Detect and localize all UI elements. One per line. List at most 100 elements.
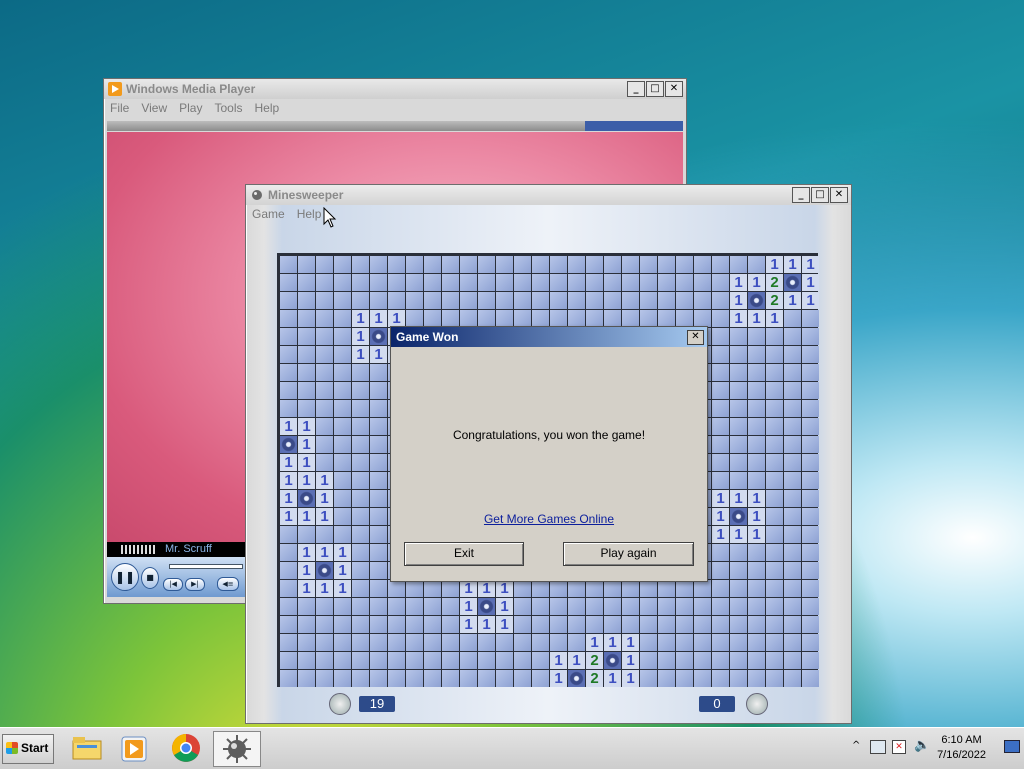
grid-cell[interactable] [370,670,387,687]
grid-cell[interactable] [730,544,747,561]
grid-cell[interactable] [694,652,711,669]
grid-cell[interactable] [370,526,387,543]
grid-cell[interactable] [784,418,801,435]
grid-cell[interactable] [370,544,387,561]
network-icon[interactable] [870,740,886,754]
menu-play[interactable]: Play [173,99,208,117]
grid-cell[interactable] [298,652,315,669]
grid-cell[interactable] [658,652,675,669]
number-cell[interactable]: 1 [748,508,765,525]
grid-cell[interactable] [766,346,783,363]
grid-cell[interactable] [298,670,315,687]
play-again-button[interactable]: Play again [563,542,694,566]
grid-cell[interactable] [424,310,441,327]
grid-cell[interactable] [676,634,693,651]
grid-cell[interactable] [730,382,747,399]
number-cell[interactable]: 1 [730,526,747,543]
number-cell[interactable]: 1 [460,598,477,615]
number-cell[interactable]: 2 [766,274,783,291]
grid-cell[interactable] [640,256,657,273]
grid-cell[interactable] [730,346,747,363]
grid-cell[interactable] [496,634,513,651]
grid-cell[interactable] [442,310,459,327]
grid-cell[interactable] [280,598,297,615]
grid-cell[interactable] [730,562,747,579]
grid-cell[interactable] [370,634,387,651]
grid-cell[interactable] [298,328,315,345]
grid-cell[interactable] [730,436,747,453]
grid-cell[interactable] [442,580,459,597]
grid-cell[interactable] [424,634,441,651]
grid-cell[interactable] [676,256,693,273]
grid-cell[interactable] [478,256,495,273]
grid-cell[interactable] [514,274,531,291]
grid-cell[interactable] [334,274,351,291]
grid-cell[interactable] [442,634,459,651]
grid-cell[interactable] [388,274,405,291]
number-cell[interactable]: 1 [298,454,315,471]
grid-cell[interactable] [802,346,819,363]
number-cell[interactable]: 1 [280,490,297,507]
grid-cell[interactable] [712,346,729,363]
grid-cell[interactable] [388,616,405,633]
grid-cell[interactable] [406,310,423,327]
grid-cell[interactable] [730,472,747,489]
number-cell[interactable]: 1 [298,472,315,489]
grid-cell[interactable] [352,598,369,615]
number-cell[interactable]: 1 [334,544,351,561]
grid-cell[interactable] [298,274,315,291]
grid-cell[interactable] [298,292,315,309]
grid-cell[interactable] [280,274,297,291]
grid-cell[interactable] [532,670,549,687]
grid-cell[interactable] [766,364,783,381]
grid-cell[interactable] [514,598,531,615]
grid-cell[interactable] [604,616,621,633]
grid-cell[interactable] [334,652,351,669]
grid-cell[interactable] [280,652,297,669]
grid-cell[interactable] [424,256,441,273]
grid-cell[interactable] [352,382,369,399]
grid-cell[interactable] [622,292,639,309]
close-button[interactable]: ✕ [830,187,848,203]
grid-cell[interactable] [370,562,387,579]
grid-cell[interactable] [442,274,459,291]
grid-cell[interactable] [748,364,765,381]
grid-cell[interactable] [496,292,513,309]
grid-cell[interactable] [298,256,315,273]
number-cell[interactable]: 1 [280,454,297,471]
grid-cell[interactable] [766,634,783,651]
grid-cell[interactable] [802,670,819,687]
grid-cell[interactable] [298,364,315,381]
grid-cell[interactable] [748,544,765,561]
grid-cell[interactable] [388,634,405,651]
grid-cell[interactable] [280,310,297,327]
menu-help[interactable]: Help [291,205,328,223]
grid-cell[interactable] [352,418,369,435]
grid-cell[interactable] [478,274,495,291]
dialog-titlebar[interactable]: Game Won ✕ [391,327,707,347]
number-cell[interactable]: 1 [766,256,783,273]
grid-cell[interactable] [370,382,387,399]
menu-game[interactable]: Game [246,205,291,223]
grid-cell[interactable] [712,634,729,651]
grid-cell[interactable] [352,274,369,291]
grid-cell[interactable] [766,562,783,579]
minesweeper-icon[interactable] [213,731,261,767]
grid-cell[interactable] [334,436,351,453]
grid-cell[interactable] [532,598,549,615]
grid-cell[interactable] [730,616,747,633]
grid-cell[interactable] [802,616,819,633]
grid-cell[interactable] [496,652,513,669]
grid-cell[interactable] [280,292,297,309]
grid-cell[interactable] [280,526,297,543]
number-cell[interactable]: 1 [334,580,351,597]
number-cell[interactable]: 1 [568,652,585,669]
grid-cell[interactable] [586,580,603,597]
grid-cell[interactable] [316,670,333,687]
grid-cell[interactable] [640,598,657,615]
grid-cell[interactable] [748,400,765,417]
grid-cell[interactable] [532,292,549,309]
grid-cell[interactable] [334,292,351,309]
grid-cell[interactable] [280,562,297,579]
minesweeper-titlebar[interactable]: Minesweeper _ □ ✕ [246,185,851,205]
